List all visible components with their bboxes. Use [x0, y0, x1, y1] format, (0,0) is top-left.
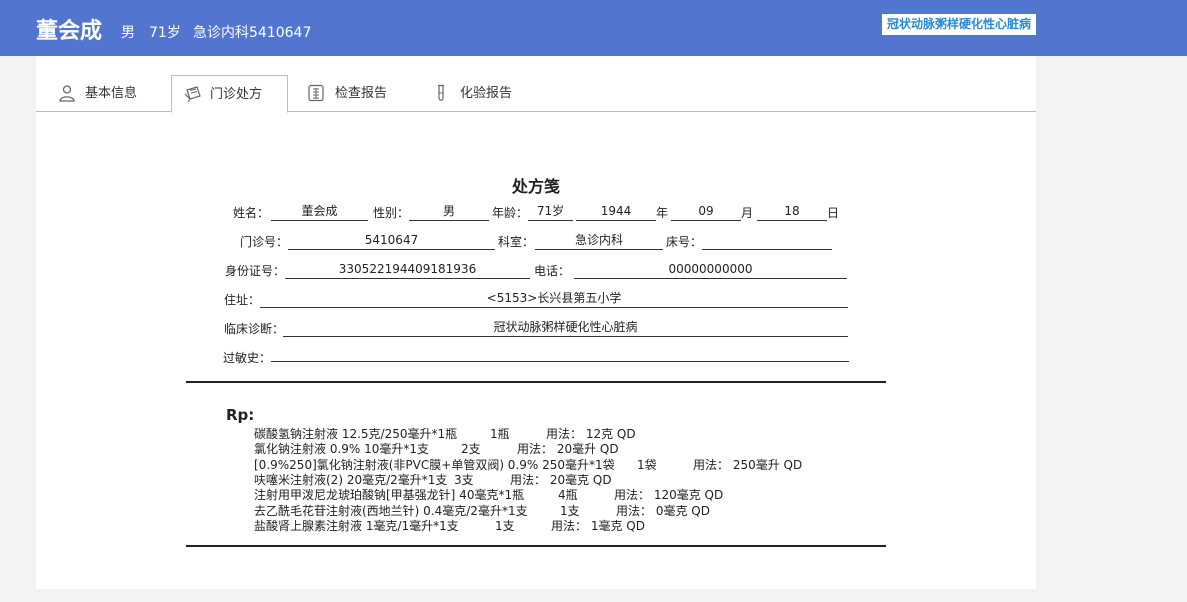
- department-id: 急诊内科5410647: [193, 25, 312, 41]
- prescription-title: 处方笺: [512, 177, 561, 196]
- med-name: 碳酸氢钠注射液 12.5克/250毫升*1瓶: [254, 427, 458, 441]
- med-usage: 用法： 0毫克 QD: [616, 504, 710, 518]
- clinic-no-value: 5410647: [288, 232, 495, 250]
- birth-year-value: 1944: [576, 203, 656, 221]
- tab-basic-info[interactable]: 基本信息: [36, 75, 166, 112]
- patient-sex: 男: [121, 25, 135, 41]
- divider: [186, 545, 886, 547]
- med-name: 呋噻米注射液(2) 20毫克/2毫升*1支: [254, 473, 448, 487]
- clinic-no-label: 门诊号：: [240, 235, 289, 249]
- med-name: 注射用甲泼尼龙琥珀酸钠[甲基强龙针] 40毫克*1瓶: [254, 488, 525, 502]
- tab-label: 基本信息: [85, 86, 138, 101]
- tab-label: 门诊处方: [210, 87, 263, 102]
- patient-age: 71岁: [149, 25, 181, 41]
- med-usage: 用法： 20毫克 QD: [510, 473, 612, 487]
- birth-day-value: 18: [757, 203, 827, 221]
- med-name: 氯化钠注射液 0.9% 10毫升*1支: [254, 442, 430, 456]
- bed-value: [702, 232, 832, 250]
- person-icon: [59, 85, 75, 102]
- diagnosis-value: 冠状动脉粥样硬化性心脏病: [283, 319, 848, 337]
- tab-label: 检查报告: [335, 86, 388, 101]
- phone-value: 00000000000: [574, 261, 847, 279]
- content-panel: 基本信息 门诊处方 检查报告 化验报告 处方笺 姓名： 董会成 性别： 男 年龄…: [36, 56, 1036, 589]
- med-usage: 用法： 250毫升 QD: [693, 458, 803, 472]
- tab-lab-report[interactable]: 化验报告: [426, 75, 536, 112]
- month-label: 月: [741, 206, 754, 220]
- med-qty: 1袋: [637, 458, 657, 472]
- patient-header: 董会成 男 71岁 急诊内科5410647 冠状动脉粥样硬化性心脏病: [0, 0, 1187, 56]
- address-label: 住址：: [224, 293, 261, 307]
- age-value: 71岁: [528, 203, 573, 221]
- divider: [186, 381, 886, 383]
- med-qty: 1支: [560, 504, 580, 518]
- dept-label: 科室：: [498, 235, 535, 249]
- med-name: [0.9%250]氯化钠注射液(非PVC膜+单管双阀) 0.9% 250毫升*1…: [254, 458, 615, 472]
- med-usage: 用法： 20毫升 QD: [517, 442, 619, 456]
- allergy-label: 过敏史：: [223, 351, 272, 365]
- diagnosis-label: 临床诊断：: [224, 322, 285, 336]
- dept-value: 急诊内科: [535, 232, 663, 250]
- med-name: 盐酸肾上腺素注射液 1毫克/1毫升*1支: [254, 519, 459, 533]
- diagnosis-badge: 冠状动脉粥样硬化性心脏病: [882, 14, 1037, 35]
- tab-bar: 基本信息 门诊处方 检查报告 化验报告: [36, 56, 1036, 113]
- id-no-value: 330522194409181936: [285, 261, 530, 279]
- tab-prescription[interactable]: 门诊处方: [171, 75, 288, 113]
- sex-label: 性别：: [373, 206, 410, 220]
- tab-label: 化验报告: [460, 86, 513, 101]
- address-value: <5153>长兴县第五小学: [260, 290, 848, 308]
- med-usage: 用法： 120毫克 QD: [614, 488, 724, 502]
- year-label: 年: [656, 206, 669, 220]
- name-value: 董会成: [271, 203, 368, 221]
- phone-label: 电话：: [534, 264, 571, 278]
- med-qty: 1瓶: [490, 427, 510, 441]
- patient-name: 董会成: [36, 19, 103, 44]
- test-tube-icon: [438, 84, 444, 101]
- med-usage: 用法： 1毫克 QD: [551, 519, 645, 533]
- med-qty: 1支: [495, 519, 515, 533]
- age-label: 年龄：: [492, 206, 529, 220]
- med-qty: 4瓶: [558, 488, 578, 502]
- sex-value: 男: [409, 203, 489, 221]
- prescription-icon: [184, 86, 201, 103]
- med-usage: 用法： 12克 QD: [546, 427, 636, 441]
- name-label: 姓名：: [233, 206, 270, 220]
- id-no-label: 身份证号：: [225, 264, 286, 278]
- med-qty: 2支: [461, 442, 481, 456]
- bed-label: 床号：: [666, 235, 703, 249]
- rp-label: Rp:: [226, 406, 255, 424]
- med-name: 去乙酰毛花苷注射液(西地兰针) 0.4毫克/2毫升*1支: [254, 504, 528, 518]
- med-qty: 3支: [454, 473, 474, 487]
- report-icon: [308, 84, 324, 102]
- day-label: 日: [827, 206, 840, 220]
- birth-month-value: 09: [671, 203, 741, 221]
- tab-exam-report[interactable]: 检查报告: [296, 75, 406, 112]
- allergy-value: [271, 344, 849, 362]
